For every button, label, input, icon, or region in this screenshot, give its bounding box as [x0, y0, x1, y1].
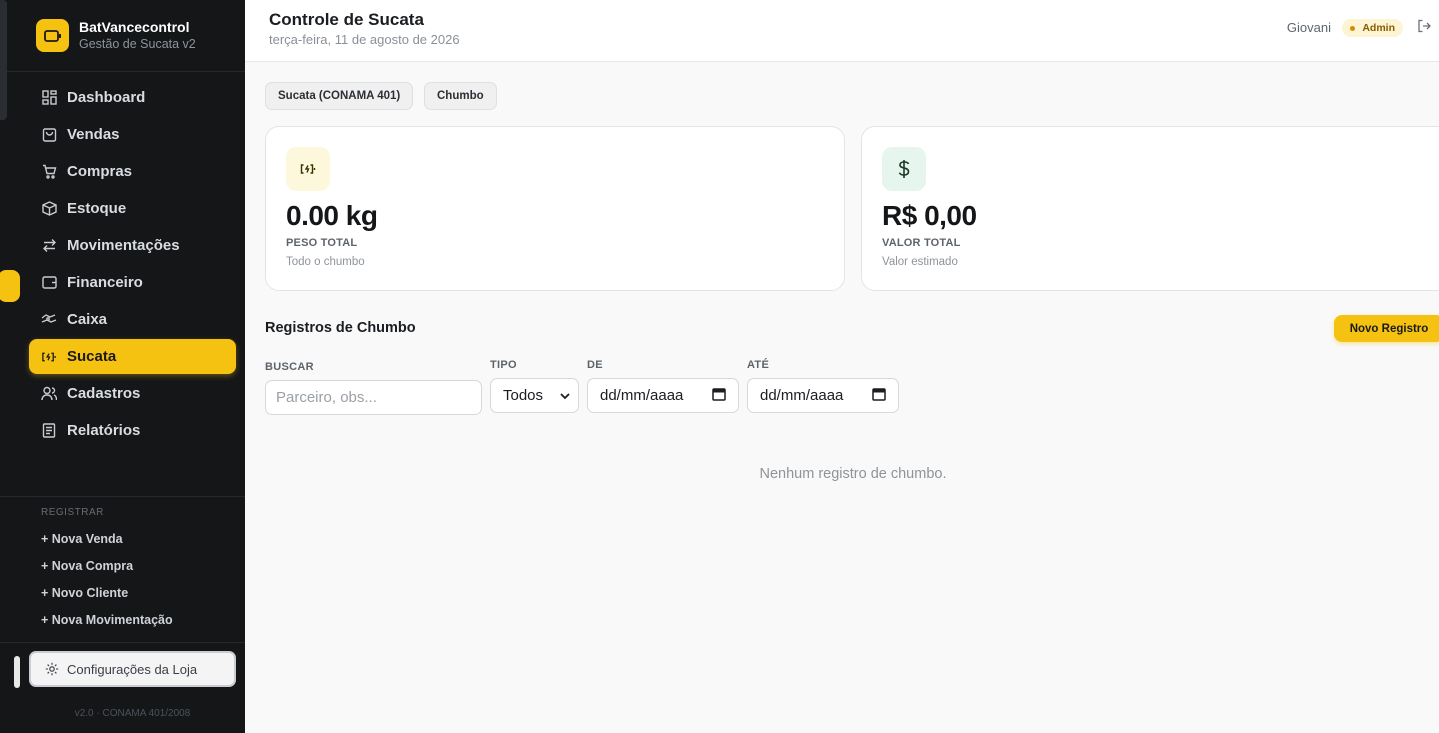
- battery-logo-icon: [36, 19, 69, 52]
- edge-decoration: [14, 656, 20, 688]
- logout-icon[interactable]: [1417, 19, 1431, 33]
- wallet-icon: [41, 275, 57, 291]
- sidebar-item-label: Compras: [67, 163, 133, 180]
- total-value-card: R$ 0,00 VALOR TOTAL Valor estimado: [861, 126, 1439, 291]
- status-dot: [1350, 25, 1356, 31]
- battery-icon: [41, 349, 57, 365]
- empty-state-message: Nenhum registro de chumbo.: [759, 466, 947, 482]
- to-date-input[interactable]: dd/mm/aaaa: [747, 378, 899, 413]
- sidebar-item-movimentacoes[interactable]: Movimentações: [29, 228, 236, 263]
- total-weight-subtitle: Todo o chumbo: [286, 256, 365, 268]
- dashboard-icon: [41, 90, 57, 106]
- search-input[interactable]: [265, 380, 482, 415]
- novo-cliente-link[interactable]: + Novo Cliente: [41, 586, 128, 600]
- sidebar-item-label: Vendas: [67, 126, 120, 143]
- from-date-value: dd/mm/aaaa: [600, 387, 684, 404]
- nova-venda-link[interactable]: + Nova Venda: [41, 532, 123, 546]
- section-title: Registros de Chumbo: [265, 320, 416, 336]
- tab-chumbo[interactable]: Chumbo: [424, 82, 497, 110]
- total-weight-label: PESO TOTAL: [286, 237, 358, 249]
- sidebar-item-label: Dashboard: [67, 89, 146, 106]
- total-weight-value: 0.00 kg: [286, 200, 378, 231]
- box-icon: [41, 201, 57, 217]
- cart-icon: [41, 164, 57, 180]
- battery-icon: [286, 147, 330, 191]
- sidebar-item-caixa[interactable]: Caixa: [29, 302, 236, 337]
- from-date-label: DE: [587, 359, 603, 371]
- user-name: Giovani: [1286, 20, 1331, 35]
- sidebar-item-estoque[interactable]: Estoque: [29, 191, 236, 226]
- edge-decoration: [0, 270, 20, 302]
- role-badge: Admin: [1342, 19, 1403, 37]
- type-select[interactable]: Todos: [490, 378, 579, 413]
- nova-compra-link[interactable]: + Nova Compra: [41, 559, 133, 573]
- brand-header: BatVancecontrol Gestão de Sucata v2: [0, 0, 245, 72]
- type-label: TIPO: [490, 359, 517, 371]
- sidebar-item-relatorios[interactable]: Relatórios: [29, 413, 236, 448]
- arrows-icon: [41, 238, 57, 254]
- sidebar-item-vendas[interactable]: Vendas: [29, 117, 236, 152]
- nova-movimentacao-link[interactable]: + Nova Movimentação: [41, 613, 173, 627]
- total-value-value: R$ 0,00: [882, 200, 977, 231]
- sidebar-item-sucata[interactable]: Sucata: [29, 339, 236, 374]
- version-text: v2.0 · CONAMA 401/2008: [74, 708, 191, 719]
- sidebar-item-label: Caixa: [67, 311, 108, 328]
- brand-name: BatVancecontrol: [79, 19, 190, 35]
- divider: [0, 642, 245, 643]
- total-value-label: VALOR TOTAL: [882, 237, 961, 249]
- sidebar-item-label: Relatórios: [67, 422, 141, 439]
- page-title: Controle de Sucata: [269, 10, 424, 29]
- search-label: BUSCAR: [265, 361, 314, 373]
- shopping-bag-icon: [41, 127, 57, 143]
- sidebar-item-financeiro[interactable]: Financeiro: [29, 265, 236, 300]
- role-label: Admin: [1362, 22, 1395, 34]
- type-select-value: Todos: [503, 387, 544, 404]
- sidebar-item-label: Sucata: [67, 348, 117, 365]
- sidebar-item-cadastros[interactable]: Cadastros: [29, 376, 236, 411]
- dollar-icon: [882, 147, 926, 191]
- total-value-subtitle: Valor estimado: [882, 256, 958, 268]
- sidebar-item-label: Financeiro: [67, 274, 143, 291]
- divider: [0, 496, 245, 497]
- top-header: Controle de Sucata terça-feira, 11 de ag…: [245, 0, 1439, 62]
- sidebar-item-label: Cadastros: [67, 385, 141, 402]
- register-section-title: REGISTRAR: [41, 507, 104, 518]
- gear-icon: [45, 662, 59, 676]
- calendar-icon[interactable]: [872, 387, 886, 405]
- chevron-down-icon: [560, 387, 570, 404]
- sidebar: BatVancecontrol Gestão de Sucata v2 Dash…: [0, 0, 245, 733]
- to-date-label: ATÉ: [747, 359, 770, 371]
- calendar-icon[interactable]: [712, 387, 726, 405]
- sidebar-item-dashboard[interactable]: Dashboard: [29, 80, 236, 115]
- from-date-input[interactable]: dd/mm/aaaa: [587, 378, 739, 413]
- sidebar-item-compras[interactable]: Compras: [29, 154, 236, 189]
- brand-subtitle: Gestão de Sucata v2: [79, 37, 196, 51]
- store-settings-button[interactable]: Configurações da Loja: [29, 651, 236, 687]
- edge-decoration: [0, 0, 7, 120]
- page-date: terça-feira, 11 de agosto de 2026: [269, 32, 460, 47]
- store-settings-label: Configurações da Loja: [67, 661, 198, 677]
- sidebar-item-label: Estoque: [67, 200, 127, 217]
- to-date-value: dd/mm/aaaa: [760, 387, 844, 404]
- report-icon: [41, 423, 57, 439]
- tab-sucata-conama[interactable]: Sucata (CONAMA 401): [265, 82, 414, 110]
- cash-icon: [41, 312, 57, 328]
- users-icon: [41, 386, 57, 402]
- sidebar-nav: Dashboard Vendas Compras Estoque Movimen…: [0, 72, 245, 439]
- total-weight-card: 0.00 kg PESO TOTAL Todo o chumbo: [265, 126, 845, 291]
- sidebar-item-label: Movimentações: [67, 237, 180, 254]
- new-record-button[interactable]: Novo Registro: [1334, 315, 1439, 342]
